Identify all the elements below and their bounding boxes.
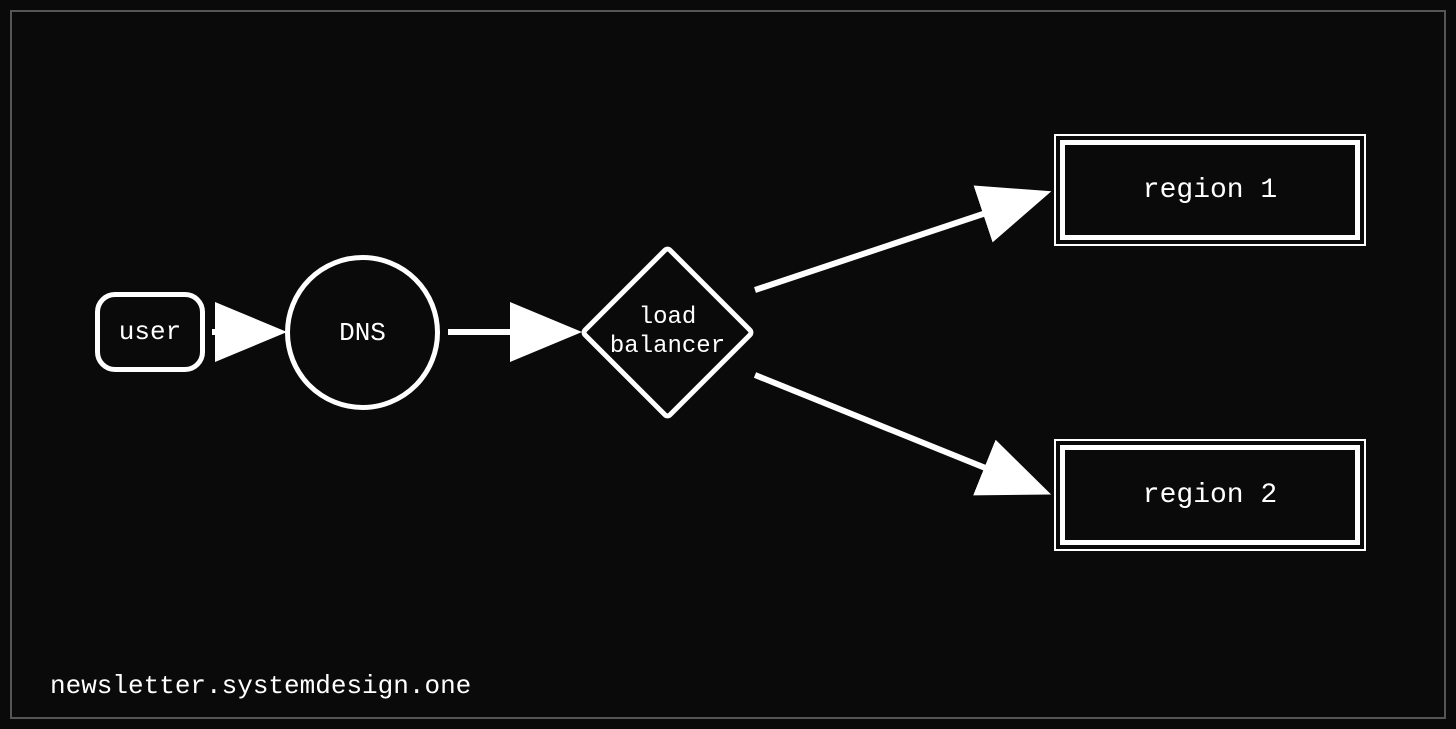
diagram-canvas: user DNS load balancer region 1 region 2… <box>0 0 1456 729</box>
node-dns: DNS <box>285 255 440 410</box>
node-user-label: user <box>119 317 181 347</box>
node-region-2-label: region 2 <box>1143 480 1277 511</box>
node-region-1-label: region 1 <box>1143 175 1277 206</box>
node-load-balancer: load balancer <box>580 245 755 420</box>
node-load-balancer-label: load balancer <box>610 304 725 362</box>
arrow-lb-region1 <box>755 195 1040 290</box>
node-region-1: region 1 <box>1060 140 1360 240</box>
watermark-text: newsletter.systemdesign.one <box>50 671 471 701</box>
node-dns-label: DNS <box>339 318 386 348</box>
arrow-lb-region2 <box>755 375 1040 490</box>
node-region-2: region 2 <box>1060 445 1360 545</box>
node-user: user <box>95 292 205 372</box>
